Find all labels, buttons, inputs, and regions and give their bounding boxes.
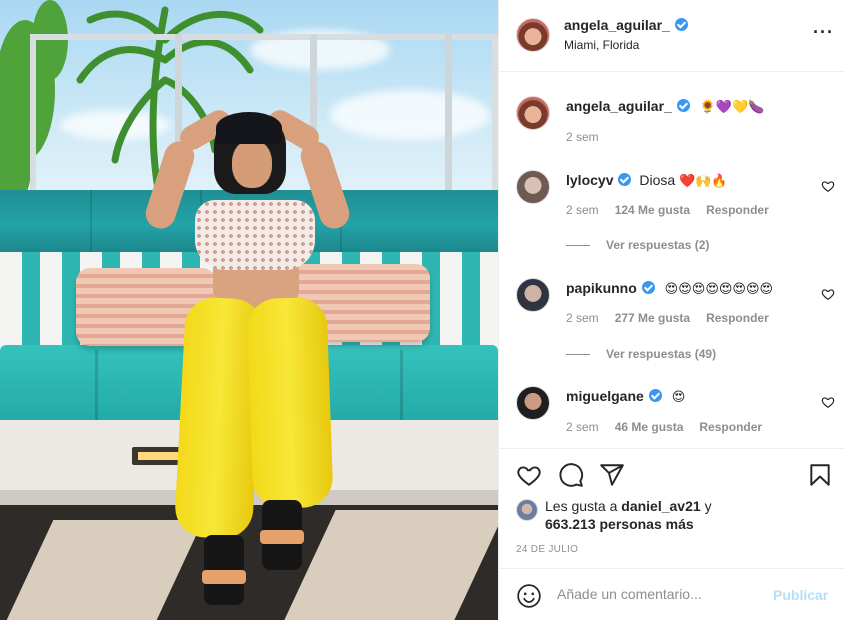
railing-post [445, 34, 452, 194]
shoe-sole [202, 570, 246, 584]
post-image[interactable] [0, 0, 498, 620]
save-bookmark-icon[interactable] [807, 462, 833, 488]
view-replies-button[interactable]: Ver respuestas (2) [566, 238, 709, 252]
cushion-split [400, 350, 403, 420]
liker-avatar[interactable] [516, 499, 538, 521]
like-comment-heart-icon[interactable] [821, 287, 835, 301]
author-avatar[interactable] [516, 18, 550, 52]
verified-badge-icon [674, 18, 688, 31]
emoji-smiley-icon[interactable] [516, 583, 542, 609]
comment-avatar[interactable] [516, 386, 550, 420]
comment-username[interactable]: papikunno 😍😍😍😍😍😍😍😍 [566, 280, 773, 297]
likes-count[interactable]: 663.213 personas más [545, 516, 694, 532]
comment-username[interactable]: miguelgane 😍 [566, 388, 685, 405]
reply-button[interactable]: Responder [699, 420, 762, 434]
post-details-panel: angela_aguilar_ Miami, Florida ··· angel… [498, 0, 845, 620]
comment-meta: 2 sem 277 Me gusta Responder [566, 311, 769, 325]
comment-meta: 2 sem 124 Me gusta Responder [566, 203, 769, 217]
comment-meta: 2 sem 46 Me gusta Responder [566, 420, 762, 434]
lace-top [195, 200, 315, 270]
tile-line [90, 190, 92, 260]
yellow-pants [173, 296, 334, 540]
comment-input[interactable] [557, 586, 757, 602]
verified-badge-icon [641, 281, 655, 294]
comment-username-text[interactable]: papikunno [566, 280, 637, 296]
verified-badge-icon [618, 173, 632, 186]
likes-summary-line2[interactable]: 663.213 personas más [545, 516, 694, 532]
caption-text: 🌻💜💛🍆 [699, 100, 765, 115]
shoe-sole [260, 530, 304, 544]
caption-username-text[interactable]: angela_aguilar_ [566, 98, 672, 114]
post-date[interactable]: 24 DE JULIO [516, 544, 578, 555]
comment-likes[interactable]: 46 Me gusta [615, 420, 684, 434]
likes-summary-line1: Les gusta a daniel_av21 y [545, 498, 712, 514]
publish-button[interactable]: Publicar [773, 587, 828, 603]
post-location[interactable]: Miami, Florida [564, 38, 639, 52]
comment-username-text[interactable]: miguelgane [566, 388, 644, 404]
reply-button[interactable]: Responder [706, 203, 769, 217]
share-send-icon[interactable] [599, 462, 625, 488]
author-username[interactable]: angela_aguilar_ [564, 17, 688, 33]
cap [216, 112, 282, 144]
comment-timestamp: 2 sem [566, 420, 599, 434]
post-header: angela_aguilar_ Miami, Florida ··· [499, 0, 845, 72]
add-comment-bar: Publicar [499, 568, 845, 620]
comment-text: Diosa [639, 172, 676, 188]
comment-avatar[interactable] [516, 170, 550, 204]
like-comment-heart-icon[interactable] [821, 395, 835, 409]
more-options-icon[interactable]: ··· [813, 22, 834, 43]
view-replies-button[interactable]: Ver respuestas (49) [566, 347, 716, 361]
likes-prefix: Les gusta a [545, 498, 618, 514]
comment-avatar[interactable] [516, 278, 550, 312]
comment-username-text[interactable]: lylocyv [566, 172, 613, 188]
cushion-split [95, 350, 98, 420]
comment-bubble-icon[interactable] [558, 462, 584, 488]
comment-emojis: 😍 [671, 390, 686, 405]
comment-timestamp: 2 sem [566, 203, 599, 217]
like-heart-icon[interactable] [516, 462, 542, 488]
comment-timestamp: 2 sem [566, 311, 599, 325]
comment-emojis: ❤️🙌🔥 [679, 174, 728, 189]
face [232, 140, 272, 188]
comment-likes[interactable]: 277 Me gusta [615, 311, 690, 325]
pant-leg-right [246, 296, 334, 510]
likes-joiner: y [704, 498, 712, 514]
comment-likes[interactable]: 124 Me gusta [615, 203, 690, 217]
reply-button[interactable]: Responder [706, 311, 769, 325]
liker-username[interactable]: daniel_av21 [621, 498, 700, 514]
caption-avatar[interactable] [516, 96, 550, 130]
caption-timestamp: 2 sem [566, 130, 599, 144]
comment-emojis: 😍😍😍😍😍😍😍😍 [664, 282, 774, 297]
like-comment-heart-icon[interactable] [821, 179, 835, 193]
verified-badge-icon [676, 99, 690, 112]
comment-username[interactable]: lylocyv Diosa ❤️🙌🔥 [566, 172, 728, 189]
caption-username[interactable]: angela_aguilar_ 🌻💜💛🍆 [566, 98, 764, 115]
post-actions: Les gusta a daniel_av21 y 663.213 person… [499, 448, 845, 568]
verified-badge-icon [648, 389, 662, 402]
author-username-text[interactable]: angela_aguilar_ [564, 17, 670, 33]
